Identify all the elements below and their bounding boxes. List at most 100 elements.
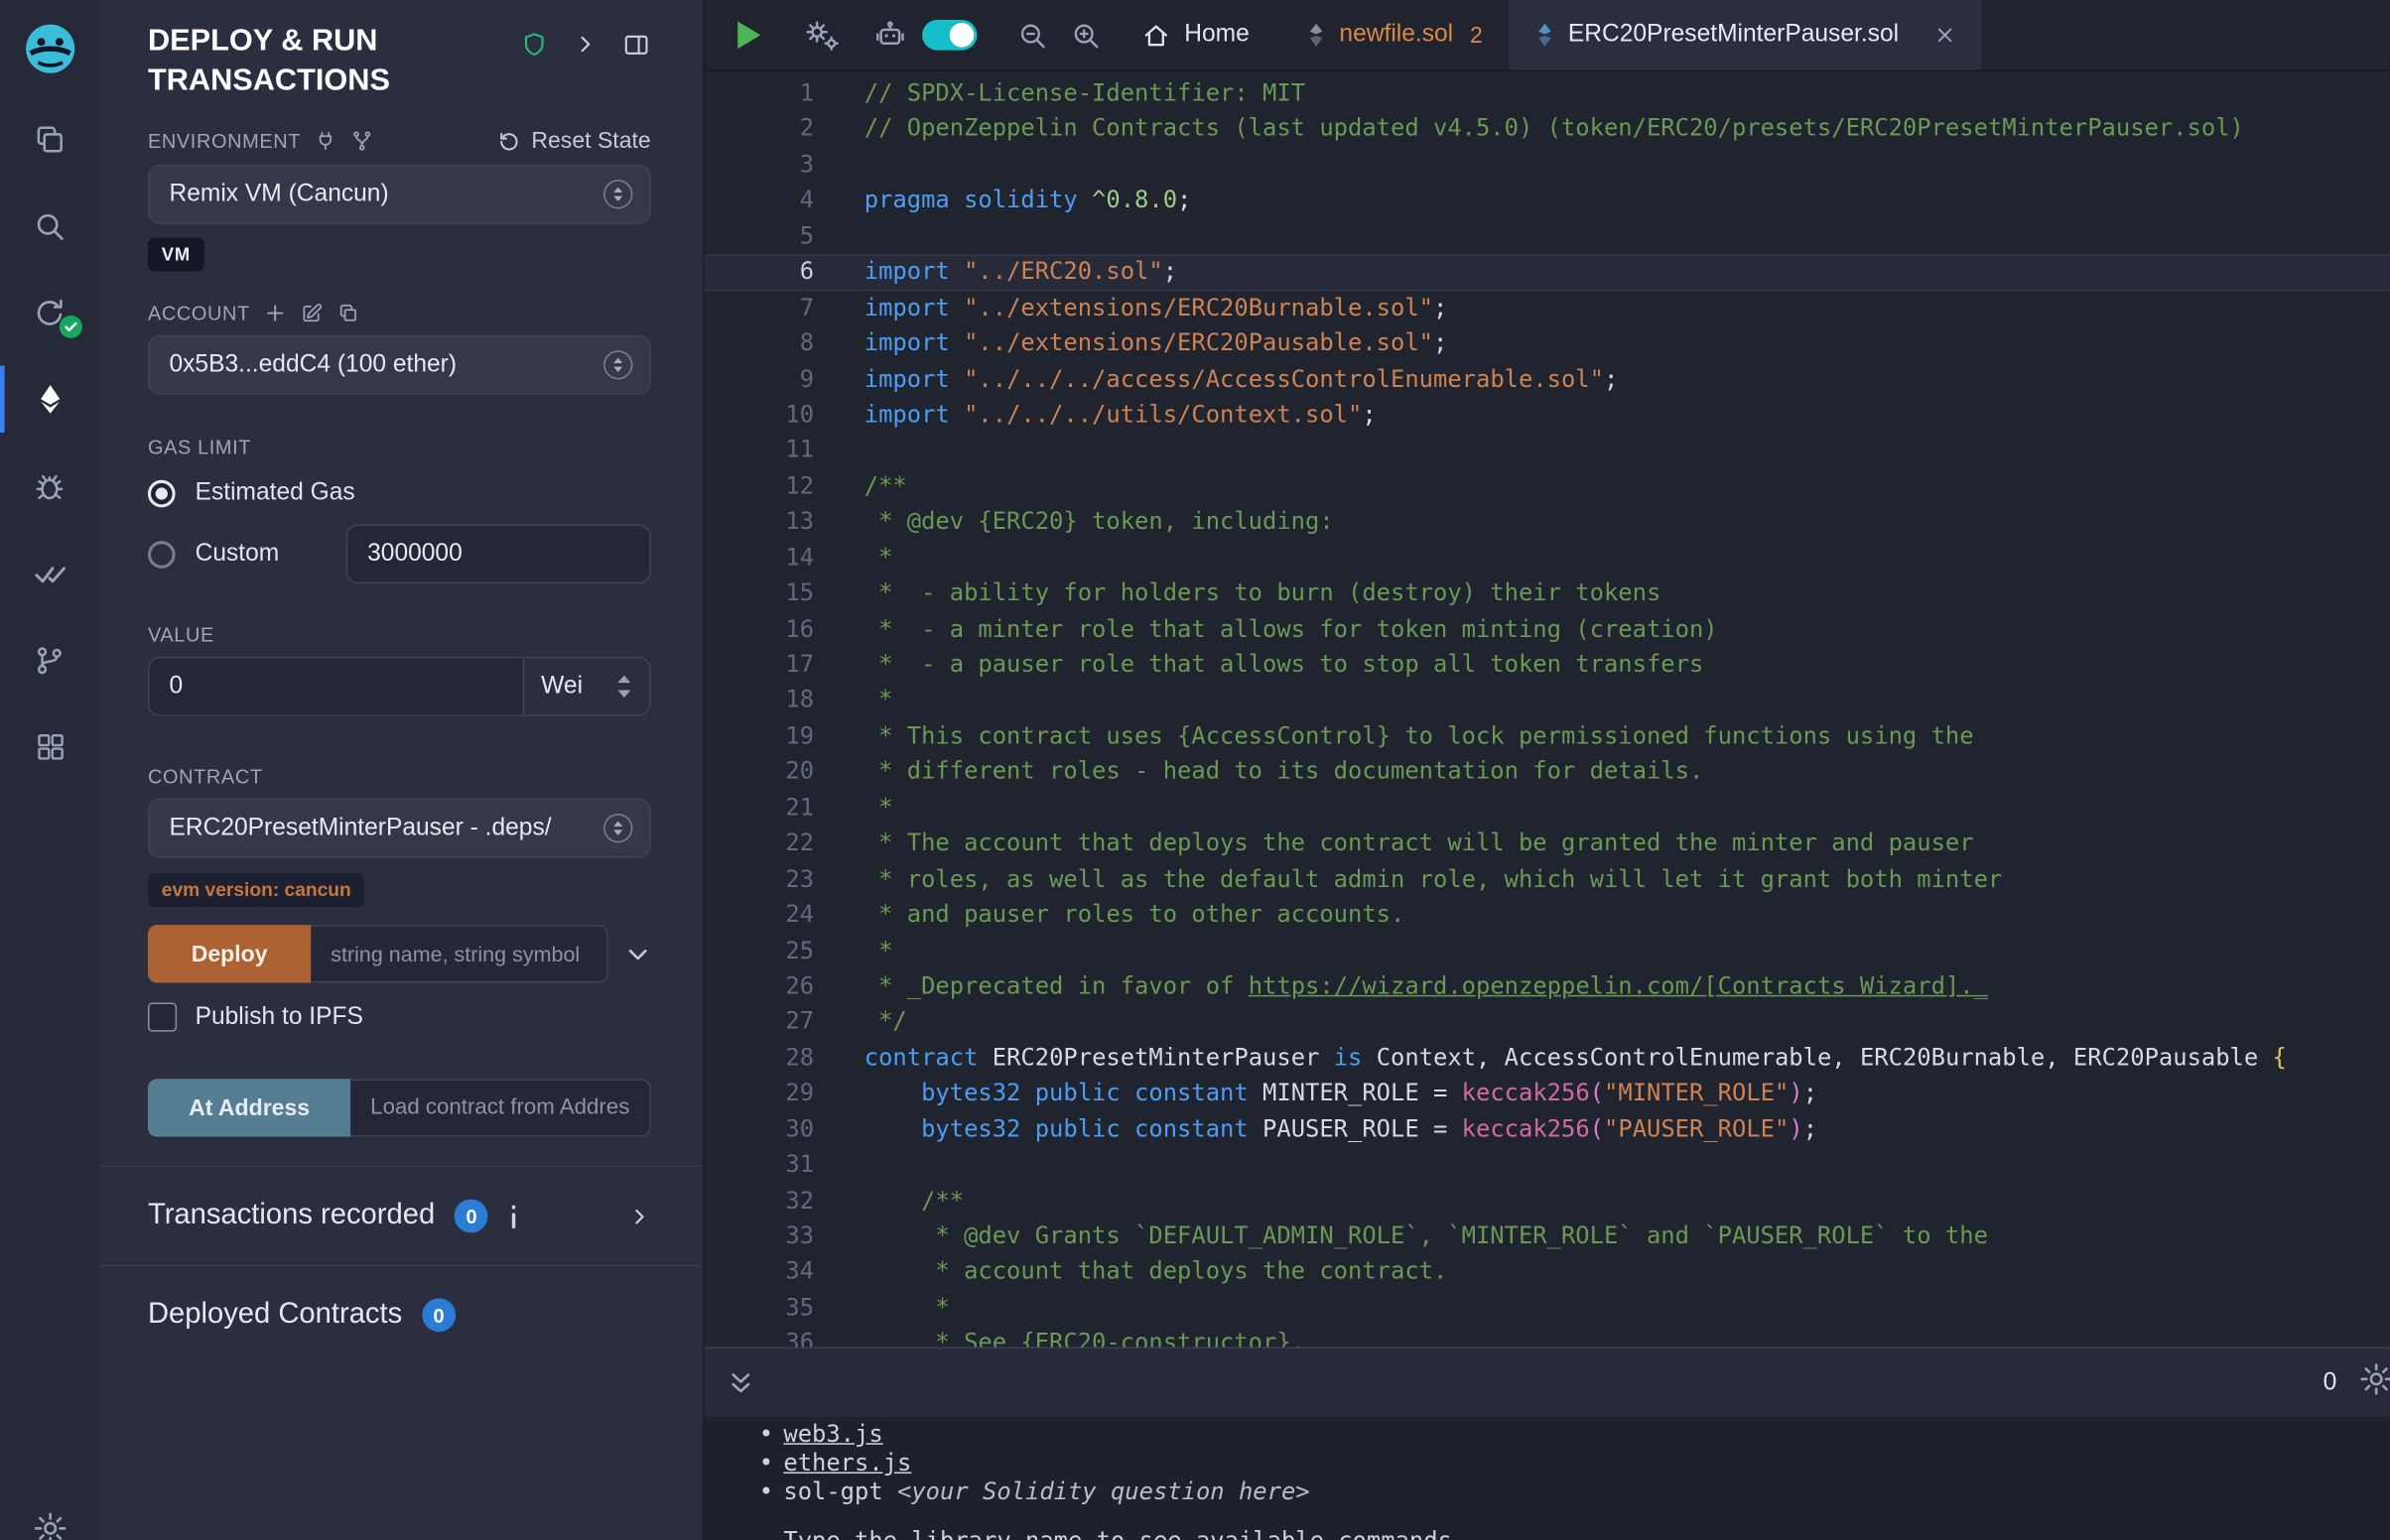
terminal[interactable]: •web3.js•ethers.js•sol-gpt <your Solidit… bbox=[704, 1417, 2389, 1540]
code-line[interactable]: 23 * roles, as well as the default admin… bbox=[704, 862, 2389, 898]
sidebar-item-file-explorer[interactable] bbox=[0, 105, 99, 173]
code-line[interactable]: 11 bbox=[704, 434, 2389, 469]
add-account-icon[interactable] bbox=[264, 302, 287, 324]
info-icon[interactable] bbox=[508, 1203, 520, 1228]
deployed-contracts-section[interactable]: Deployed Contracts 0 bbox=[99, 1265, 703, 1364]
code-line[interactable]: 7import "../extensions/ERC20Burnable.sol… bbox=[704, 291, 2389, 326]
tab-home[interactable]: Home bbox=[1141, 21, 1250, 50]
tab-erc20presetminterpauser-sol[interactable]: ERC20PresetMinterPauser.sol bbox=[1509, 0, 1981, 70]
environment-select[interactable]: Remix VM (Cancun) bbox=[148, 165, 651, 224]
terminal-collapse-button[interactable] bbox=[726, 1366, 756, 1400]
value-label: VALUE bbox=[148, 623, 214, 646]
code-line[interactable]: 8import "../extensions/ERC20Pausable.sol… bbox=[704, 326, 2389, 362]
code-line[interactable]: 30 bytes32 public constant PAUSER_ROLE =… bbox=[704, 1112, 2389, 1148]
code-line[interactable]: 9import "../../../access/AccessControlEn… bbox=[704, 362, 2389, 398]
edit-account-icon[interactable] bbox=[301, 302, 324, 324]
code-line[interactable]: 12/** bbox=[704, 469, 2389, 505]
value-control: Wei bbox=[148, 657, 651, 716]
code-line[interactable]: 22 * The account that deploys the contra… bbox=[704, 827, 2389, 862]
custom-gas-input[interactable] bbox=[346, 524, 651, 583]
deploy-button[interactable]: Deploy bbox=[148, 925, 311, 982]
code-line[interactable]: 20 * different roles - head to its docum… bbox=[704, 755, 2389, 791]
code-line[interactable]: 10import "../../../utils/Context.sol"; bbox=[704, 398, 2389, 434]
publish-ipfs-checkbox[interactable] bbox=[148, 1002, 177, 1031]
code-line[interactable]: 13 * @dev {ERC20} token, including: bbox=[704, 505, 2389, 541]
code-line[interactable]: 32 /** bbox=[704, 1184, 2389, 1219]
deploy-args-input[interactable] bbox=[311, 925, 607, 982]
code-line[interactable]: 28contract ERC20PresetMinterPauser is Co… bbox=[704, 1041, 2389, 1077]
sidebar-item-static-analysis[interactable] bbox=[0, 540, 99, 607]
code-line[interactable]: 18 * bbox=[704, 684, 2389, 719]
code-line[interactable]: 31 bbox=[704, 1148, 2389, 1184]
code-line[interactable]: 33 * @dev Grants `DEFAULT_ADMIN_ROLE`, `… bbox=[704, 1219, 2389, 1255]
code-editor[interactable]: 1// SPDX-License-Identifier: MIT2// Open… bbox=[704, 71, 2389, 1347]
code-line[interactable]: 24 * and pauser roles to other accounts. bbox=[704, 898, 2389, 934]
value-input[interactable] bbox=[148, 657, 523, 716]
at-address-input[interactable] bbox=[350, 1079, 651, 1136]
code-line[interactable]: 26 * _Deprecated in favor of https://wiz… bbox=[704, 969, 2389, 1005]
remix-logo[interactable] bbox=[16, 12, 83, 85]
shield-icon[interactable] bbox=[520, 31, 549, 60]
terminal-count: 0 bbox=[2324, 1369, 2337, 1397]
script-config-button[interactable] bbox=[802, 17, 842, 54]
reset-state-label: Reset State bbox=[531, 128, 650, 154]
code-line[interactable]: 6import "../ERC20.sol"; bbox=[704, 255, 2389, 291]
sidebar-item-settings[interactable] bbox=[0, 1495, 99, 1540]
code-line[interactable]: 2// OpenZeppelin Contracts (last updated… bbox=[704, 112, 2389, 148]
publish-ipfs-option[interactable]: Publish to IPFS bbox=[148, 1002, 651, 1031]
code-line[interactable]: 17 * - a pauser role that allows to stop… bbox=[704, 648, 2389, 684]
terminal-entry[interactable]: •ethers.js bbox=[759, 1449, 2390, 1477]
code-line[interactable]: 27 */ bbox=[704, 1005, 2389, 1041]
environment-value: Remix VM (Cancun) bbox=[169, 181, 388, 208]
reset-state-button[interactable]: Reset State bbox=[496, 128, 651, 154]
chevron-right-icon[interactable] bbox=[628, 1203, 651, 1228]
value-unit-label: Wei bbox=[541, 673, 583, 701]
code-line[interactable]: 5 bbox=[704, 219, 2389, 255]
code-line[interactable]: 25 * bbox=[704, 934, 2389, 969]
sidebar-item-solidity-compiler[interactable] bbox=[0, 279, 99, 346]
sidebar-item-debugger[interactable] bbox=[0, 452, 99, 520]
code-line[interactable]: 36 * See {ERC20-constructor}. bbox=[704, 1327, 2389, 1348]
code-line[interactable]: 21 * bbox=[704, 791, 2389, 827]
code-line[interactable]: 1// SPDX-License-Identifier: MIT bbox=[704, 76, 2389, 112]
estimated-gas-radio[interactable] bbox=[148, 480, 176, 508]
copilot-toggle[interactable] bbox=[922, 20, 977, 51]
editor-area: Home newfile.sol 2 ERC20PresetMin bbox=[704, 0, 2389, 1540]
code-line[interactable]: 16 * - a minter role that allows for tok… bbox=[704, 612, 2389, 648]
copy-account-icon[interactable] bbox=[336, 302, 359, 324]
custom-gas-radio[interactable] bbox=[148, 540, 176, 568]
code-line[interactable]: 34 * account that deploys the contract. bbox=[704, 1255, 2389, 1291]
deploy-expand-icon[interactable] bbox=[625, 941, 651, 966]
sidebar-item-plugin-manager[interactable] bbox=[0, 713, 99, 781]
terminal-right-icon[interactable] bbox=[2358, 1360, 2390, 1405]
transactions-recorded-section[interactable]: Transactions recorded 0 bbox=[99, 1166, 703, 1265]
pin-panel-icon[interactable] bbox=[622, 31, 651, 60]
sidebar-item-deploy-run[interactable] bbox=[0, 366, 99, 434]
ai-copilot-button[interactable] bbox=[871, 17, 908, 54]
zoom-out-button[interactable] bbox=[1016, 19, 1048, 51]
terminal-entry[interactable]: •sol-gpt <your Solidity question here> bbox=[759, 1478, 2390, 1507]
contract-select[interactable]: ERC20PresetMinterPauser - .deps/ bbox=[148, 799, 651, 858]
zoom-in-button[interactable] bbox=[1070, 19, 1102, 51]
run-script-button[interactable] bbox=[737, 21, 760, 49]
code-line[interactable]: 14 * bbox=[704, 541, 2389, 577]
estimated-gas-option[interactable]: Estimated Gas bbox=[148, 480, 651, 508]
close-tab-icon[interactable] bbox=[1933, 25, 1955, 46]
account-select[interactable]: 0x5B3...eddC4 (100 ether) bbox=[148, 335, 651, 395]
sidebar-item-search[interactable] bbox=[0, 192, 99, 259]
code-line[interactable]: 15 * - ability for holders to burn (dest… bbox=[704, 577, 2389, 612]
code-line[interactable]: 29 bytes32 public constant MINTER_ROLE =… bbox=[704, 1077, 2389, 1112]
code-line[interactable]: 19 * This contract uses {AccessControl} … bbox=[704, 719, 2389, 755]
plugin-manager-icon bbox=[33, 730, 66, 764]
value-unit-select[interactable]: Wei bbox=[523, 657, 651, 716]
code-line[interactable]: 35 * bbox=[704, 1291, 2389, 1327]
at-address-button[interactable]: At Address bbox=[148, 1079, 350, 1136]
tab-newfile-sol[interactable]: newfile.sol 2 bbox=[1280, 0, 1509, 70]
code-line[interactable]: 4pragma solidity ^0.8.0; bbox=[704, 184, 2389, 219]
code-line[interactable]: 3 bbox=[704, 148, 2389, 184]
sidebar-item-git[interactable] bbox=[0, 626, 99, 694]
expand-panel-icon[interactable] bbox=[573, 31, 598, 59]
deploy-control: Deploy bbox=[148, 925, 651, 982]
estimated-gas-label: Estimated Gas bbox=[196, 480, 355, 508]
terminal-entry[interactable]: •web3.js bbox=[759, 1420, 2390, 1449]
